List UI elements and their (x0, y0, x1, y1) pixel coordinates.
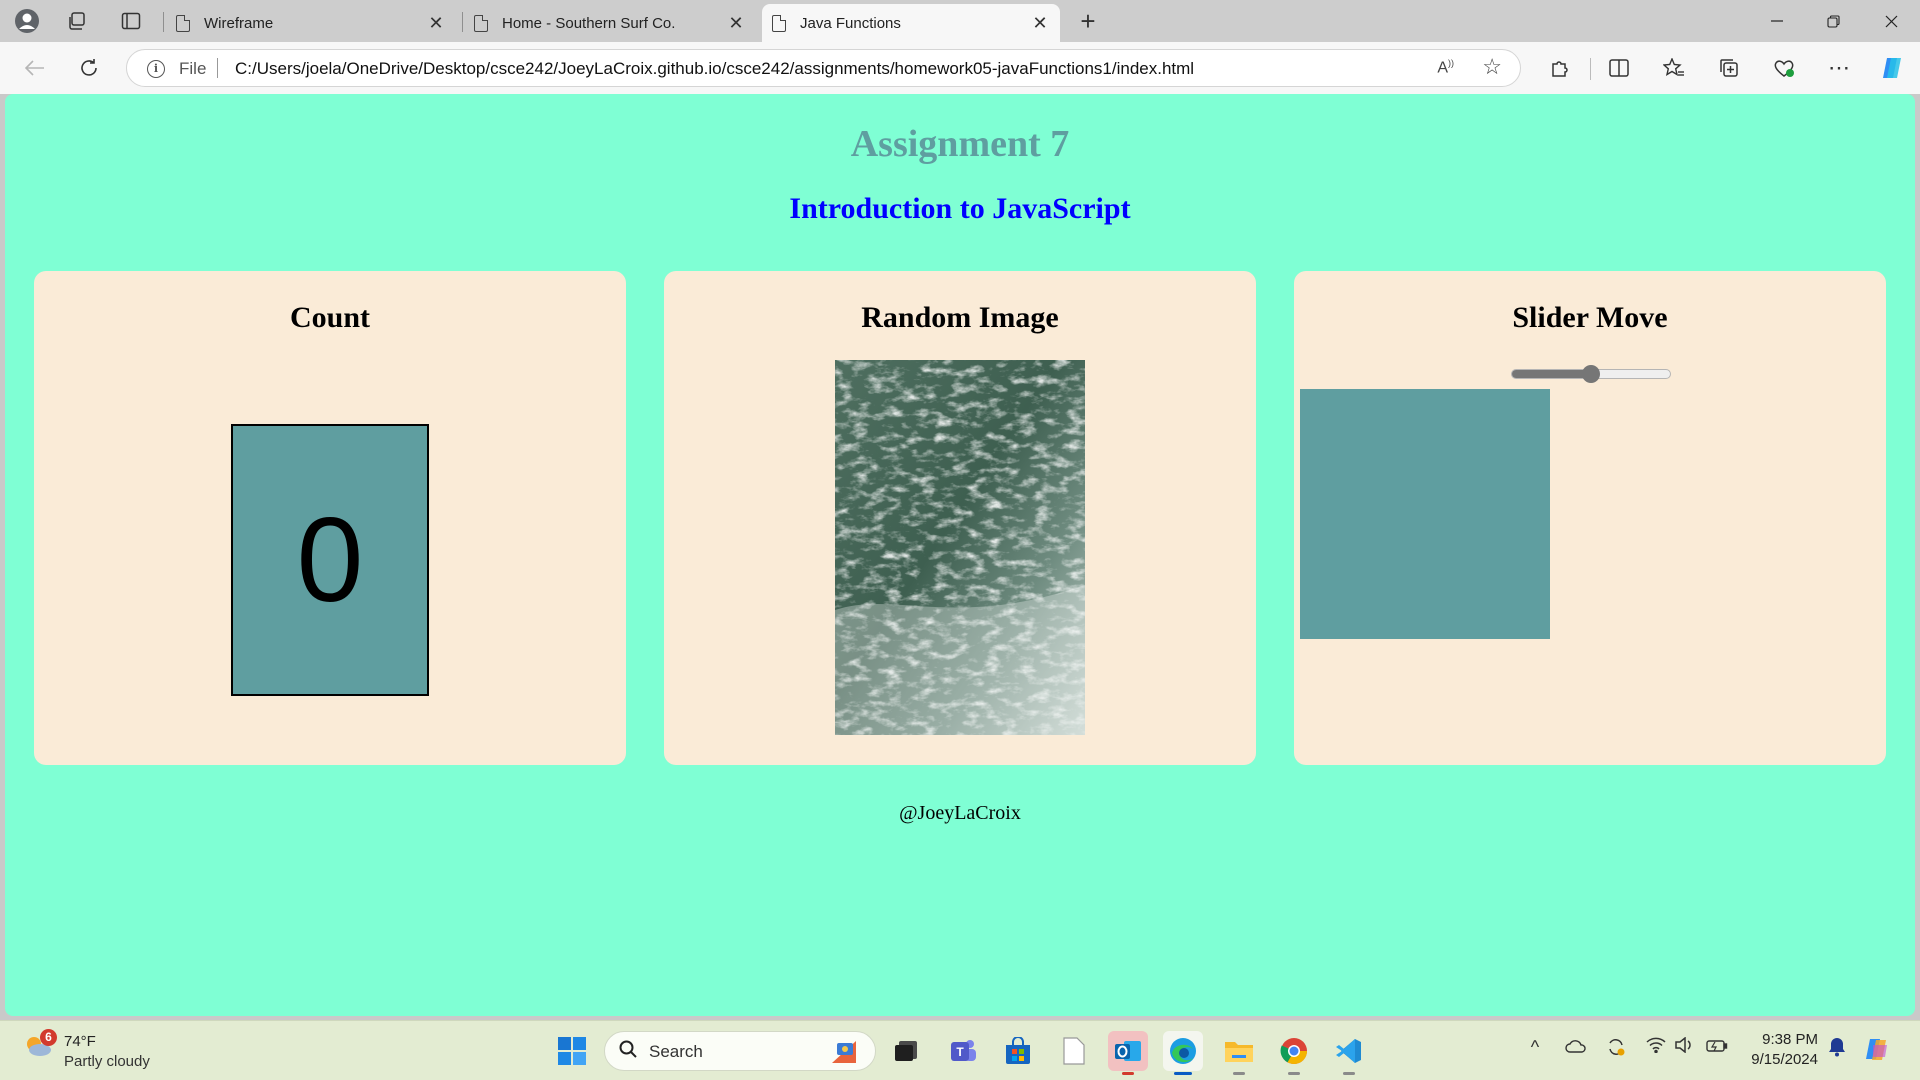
card-title: Random Image (861, 301, 1059, 334)
minimize-button[interactable] (1754, 6, 1800, 36)
new-tab-button[interactable]: + (1073, 6, 1103, 36)
file-icon[interactable] (1054, 1031, 1094, 1071)
scheme-label: File (179, 59, 207, 78)
back-icon[interactable] (19, 52, 51, 84)
page-icon (772, 14, 786, 32)
tab-actions-icon[interactable] (116, 7, 146, 35)
close-window-button[interactable] (1868, 6, 1914, 36)
page-title: Assignment 7 (850, 123, 1070, 165)
split-screen-icon[interactable] (1603, 52, 1635, 84)
tab-close-icon[interactable]: ✕ (1030, 13, 1050, 34)
more-icon[interactable]: ⋯ (1823, 52, 1855, 84)
tab-close-icon[interactable]: ✕ (726, 13, 746, 34)
copilot-icon[interactable] (1876, 52, 1908, 84)
refresh-icon[interactable] (73, 52, 105, 84)
battery-icon[interactable] (1703, 1037, 1731, 1058)
svg-text:T: T (956, 1045, 964, 1059)
card-title: Slider Move (1512, 301, 1668, 334)
tab-java-functions[interactable]: Java Functions ✕ (762, 4, 1060, 42)
running-indicator (1343, 1072, 1355, 1075)
outlook-icon[interactable] (1108, 1031, 1148, 1075)
weather-widget[interactable]: 6 74°F Partly cloudy (20, 1029, 170, 1073)
teams-icon[interactable]: T (943, 1031, 983, 1071)
card-title: Count (289, 301, 371, 334)
file-explorer-icon[interactable] (1219, 1031, 1259, 1075)
tab-close-icon[interactable]: ✕ (426, 13, 446, 34)
ocean-waves-image[interactable] (835, 360, 1085, 735)
slider-fill (1512, 370, 1591, 378)
search-highlight-icon (832, 1041, 856, 1063)
search-icon (619, 1040, 637, 1058)
page-viewport: Assignment 7 Introduction to JavaScript … (5, 94, 1915, 1016)
temperature: 74°F (64, 1033, 96, 1050)
wifi-icon[interactable] (1642, 1037, 1670, 1058)
tab-southern-surf[interactable]: Home - Southern Surf Co. ✕ (464, 4, 756, 42)
start-icon[interactable] (552, 1031, 592, 1071)
count-display[interactable]: 0 (231, 424, 429, 696)
search-placeholder: Search (649, 1042, 703, 1061)
tab-wireframe[interactable]: Wireframe ✕ (166, 4, 456, 42)
count-card: Count 0 (34, 271, 626, 765)
url-text[interactable]: C:/Users/joela/OneDrive/Desktop/csce242/… (235, 59, 1194, 79)
slider-thumb[interactable] (1582, 365, 1600, 383)
show-hidden-icons-icon[interactable]: ^ (1521, 1037, 1549, 1058)
taskbar: 6 74°F Partly cloudy Search T ^ 9:38 PM … (0, 1020, 1920, 1080)
running-indicator (1288, 1072, 1300, 1075)
collections-icon[interactable] (1713, 52, 1745, 84)
volume-icon[interactable] (1670, 1036, 1698, 1058)
vscode-icon[interactable] (1329, 1031, 1369, 1075)
read-aloud-icon[interactable]: A)) (1437, 58, 1454, 77)
task-view-icon[interactable] (886, 1031, 926, 1071)
page-icon (176, 14, 190, 32)
clock-time: 9:38 PM (1762, 1031, 1818, 1048)
profile-icon[interactable] (12, 7, 42, 35)
edge-icon[interactable] (1163, 1031, 1203, 1075)
sync-icon[interactable] (1602, 1037, 1630, 1062)
browser-toolbar: i File C:/Users/joela/OneDrive/Desktop/c… (0, 42, 1920, 94)
notification-bell-icon[interactable] (1823, 1037, 1851, 1062)
store-icon[interactable] (998, 1031, 1038, 1071)
extensions-icon[interactable] (1543, 52, 1575, 84)
running-indicator (1233, 1072, 1245, 1075)
slider-move-card: Slider Move (1294, 271, 1886, 765)
workspaces-icon[interactable] (62, 7, 92, 35)
tab-strip: Wireframe ✕ Home - Southern Surf Co. ✕ J… (0, 0, 1920, 42)
system-clock[interactable]: 9:38 PM 9/15/2024 (1751, 1030, 1818, 1070)
weather-alert-badge: 6 (40, 1029, 57, 1046)
copilot-taskbar-icon[interactable] (1864, 1037, 1892, 1068)
running-indicator (1122, 1072, 1134, 1075)
random-image-card: Random Image (664, 271, 1256, 765)
move-slider[interactable] (1511, 365, 1671, 383)
taskbar-search[interactable]: Search (604, 1031, 876, 1071)
moving-square (1300, 389, 1550, 639)
browser-essentials-icon[interactable] (1768, 52, 1800, 84)
address-bar[interactable]: i File C:/Users/joela/OneDrive/Desktop/c… (126, 49, 1521, 87)
tab-separator (163, 12, 164, 32)
favorite-star-icon[interactable]: ☆ (1482, 54, 1502, 80)
tab-title: Wireframe (204, 14, 274, 32)
page-subtitle: Introduction to JavaScript (789, 192, 1131, 225)
active-indicator (1174, 1072, 1192, 1075)
tab-separator (462, 12, 463, 32)
tab-title: Home - Southern Surf Co. (502, 14, 676, 32)
toolbar-separator (1590, 58, 1591, 80)
onedrive-icon[interactable] (1562, 1037, 1590, 1058)
weather-condition: Partly cloudy (64, 1053, 150, 1070)
clock-date: 9/15/2024 (1751, 1051, 1818, 1068)
chrome-icon[interactable] (1274, 1031, 1314, 1075)
favorites-icon[interactable] (1658, 52, 1690, 84)
tab-title: Java Functions (800, 14, 901, 32)
restore-button[interactable] (1810, 6, 1856, 36)
divider (217, 58, 218, 78)
footer-credit: @JoeyLaCroix (899, 802, 1021, 824)
info-icon[interactable]: i (147, 60, 165, 78)
page-icon (474, 14, 488, 32)
